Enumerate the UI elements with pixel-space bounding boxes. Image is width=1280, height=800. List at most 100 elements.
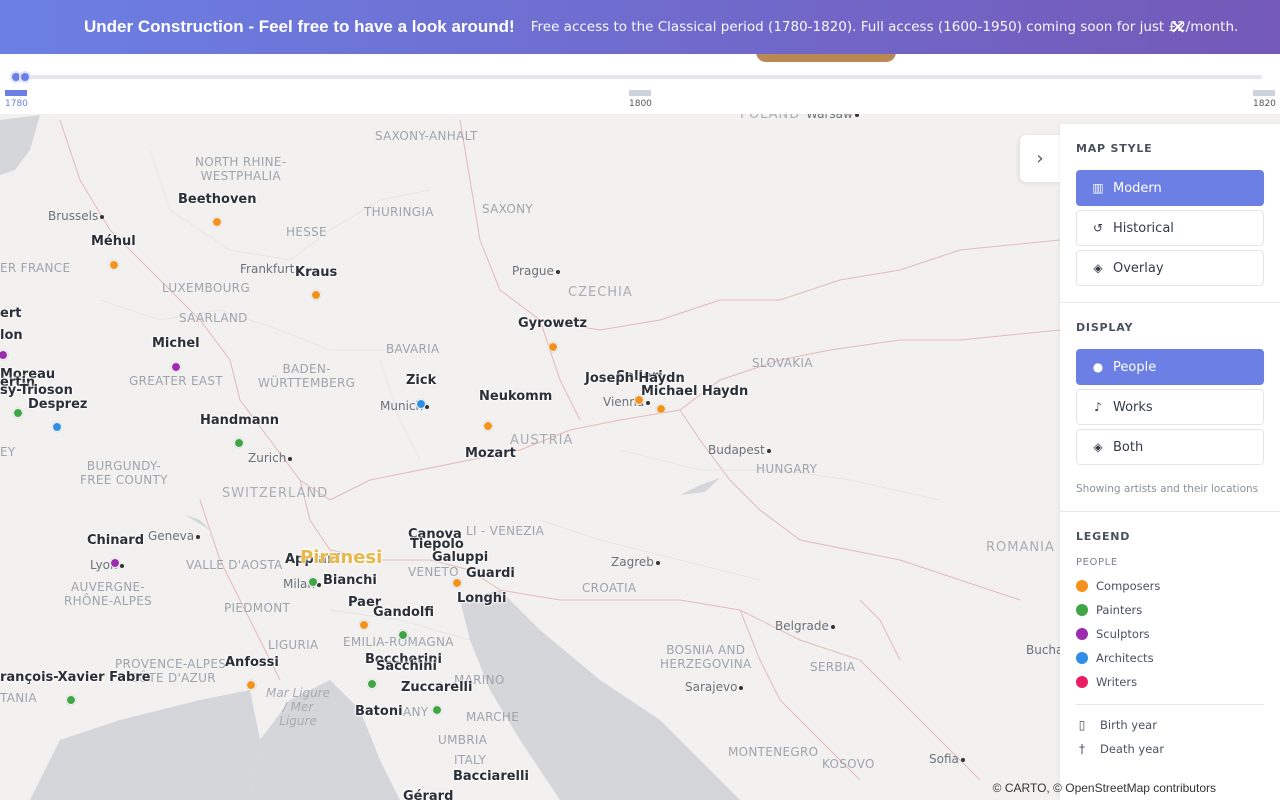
legend-swatch [1076, 604, 1088, 616]
artist-label[interactable]: sy-Trioson [0, 383, 73, 398]
city-label: Prague [512, 264, 560, 278]
artist-label[interactable]: Michael Haydn [641, 384, 748, 399]
region-label: CROATIA [582, 581, 637, 595]
region-label: ER FRANCE [0, 261, 71, 275]
artist-marker[interactable] [109, 260, 119, 270]
close-icon[interactable]: ✕ [1166, 15, 1190, 39]
option-overlay[interactable]: ◈ Overlay [1076, 250, 1264, 286]
artist-marker[interactable] [359, 620, 369, 630]
region-label: VENETO [408, 565, 459, 579]
artist-label[interactable]: Guardi [466, 566, 515, 581]
timeline-track[interactable] [12, 75, 1262, 79]
legend-item[interactable]: Writers [1076, 670, 1264, 694]
artist-marker[interactable] [308, 577, 318, 587]
artist-marker[interactable] [13, 408, 23, 418]
artist-label[interactable]: Anfossi [225, 655, 279, 670]
artist-label[interactable]: Kraus [295, 265, 337, 280]
artist-marker[interactable] [367, 679, 377, 689]
city-dot [119, 563, 124, 568]
artist-marker[interactable] [52, 422, 62, 432]
artist-label[interactable]: Desprez [28, 397, 87, 412]
artist-marker[interactable] [311, 290, 321, 300]
artist-marker[interactable] [110, 558, 120, 568]
artist-label[interactable]: Michel [152, 336, 200, 351]
artist-label[interactable]: Handmann [200, 413, 279, 428]
artist-marker[interactable] [483, 421, 493, 431]
legend-item[interactable]: Architects [1076, 646, 1264, 670]
artist-label[interactable]: Beethoven [178, 192, 257, 207]
chevron-right-icon: › [1036, 148, 1044, 169]
artist-marker[interactable] [548, 342, 558, 352]
option-people[interactable]: ● People [1076, 349, 1264, 385]
legend-label: Writers [1096, 675, 1138, 689]
artist-label[interactable]: Chinard [87, 533, 144, 548]
city-dot [288, 456, 293, 461]
option-both[interactable]: ◈ Both [1076, 429, 1264, 465]
region-label: EY [0, 445, 16, 459]
city-name: Belgrade [775, 619, 829, 633]
region-label: THURINGIA [364, 205, 434, 219]
person-icon: ● [1092, 360, 1104, 374]
artist-label[interactable]: Neukomm [479, 389, 552, 404]
timeline-slider[interactable]: 1780 1800 1820 [0, 54, 1280, 114]
city-label: Budapest [708, 443, 771, 457]
artist-label[interactable]: Gérard [403, 789, 453, 800]
artist-label[interactable]: ert [0, 306, 21, 321]
map-icon: ▥ [1092, 181, 1104, 195]
artist-label[interactable]: rançois-Xavier Fabre [0, 670, 151, 685]
artist-label[interactable]: lon [0, 328, 23, 343]
artist-label[interactable]: Gyrowetz [518, 316, 587, 331]
option-label: Historical [1113, 220, 1174, 236]
artist-marker[interactable] [398, 630, 408, 640]
artist-label[interactable]: Zuccarelli [401, 680, 472, 695]
option-label: Both [1113, 439, 1144, 455]
city-name: Prague [512, 264, 554, 278]
artist-marker[interactable] [656, 404, 666, 414]
artist-label[interactable]: Bianchi [323, 573, 377, 588]
option-historical[interactable]: ↺ Historical [1076, 210, 1264, 246]
panel-collapse-button[interactable]: › [1020, 135, 1060, 182]
artist-marker[interactable] [432, 705, 442, 715]
option-label: Overlay [1113, 260, 1164, 276]
region-label: SERBIA [810, 660, 856, 674]
artist-marker[interactable] [246, 680, 256, 690]
artist-label[interactable]: Sacchini [376, 659, 437, 674]
banner-title: Under Construction - Feel free to have a… [84, 17, 515, 36]
option-works[interactable]: ♪ Works [1076, 389, 1264, 425]
artist-label[interactable]: Méhul [91, 234, 136, 249]
artist-label[interactable]: Bacciarelli [453, 769, 529, 784]
legend-item[interactable]: Painters [1076, 598, 1264, 622]
artist-label[interactable]: Longhi [457, 591, 507, 606]
artist-label[interactable]: Piranesi [300, 547, 382, 568]
artist-marker[interactable] [234, 438, 244, 448]
legend-item[interactable]: Sculptors [1076, 622, 1264, 646]
region-label: AUSTRIA [510, 433, 574, 448]
region-label: VALLE D'AOSTA [186, 558, 283, 572]
artist-marker[interactable] [416, 399, 426, 409]
artist-marker[interactable] [171, 362, 181, 372]
region-label: BURGUNDY- FREE COUNTY [80, 459, 168, 487]
timeline-tick-end [1253, 90, 1275, 96]
artist-marker[interactable] [66, 695, 76, 705]
legend-swatch [1076, 580, 1088, 592]
artist-marker[interactable] [212, 217, 222, 227]
artist-label[interactable]: Batoni [355, 704, 403, 719]
artist-marker[interactable] [452, 578, 462, 588]
region-label: SWITZERLAND [222, 486, 329, 501]
map-attribution[interactable]: © CARTO, © OpenStreetMap contributors [993, 781, 1216, 795]
region-label: ROMANIA [986, 540, 1055, 555]
city-label: Zagreb [611, 555, 660, 569]
option-label: People [1113, 359, 1157, 375]
artist-label[interactable]: Gandolfi [373, 605, 434, 620]
region-label: CZECHIA [568, 285, 633, 300]
region-label: HESSE [286, 225, 327, 239]
city-label: Zurich [248, 451, 293, 465]
city-label: Frankfurt [240, 262, 301, 276]
artist-label[interactable]: Mozart [465, 446, 516, 461]
timeline-end-handle[interactable] [19, 71, 31, 83]
artist-label[interactable]: Galuppi [432, 550, 488, 565]
legend-item[interactable]: Composers [1076, 574, 1264, 598]
artist-label[interactable]: Zick [406, 373, 436, 388]
option-modern[interactable]: ▥ Modern [1076, 170, 1264, 206]
region-label: SAARLAND [179, 311, 248, 325]
